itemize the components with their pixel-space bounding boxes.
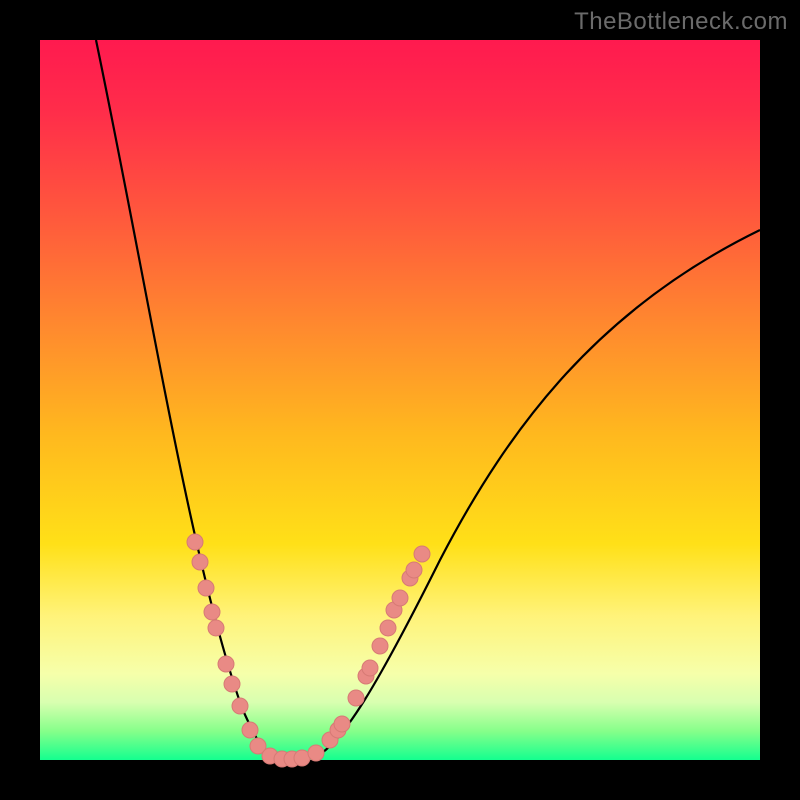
- data-marker: [204, 604, 220, 620]
- data-marker: [232, 698, 248, 714]
- data-marker: [392, 590, 408, 606]
- data-marker: [362, 660, 378, 676]
- data-marker: [406, 562, 422, 578]
- plot-area: [40, 40, 760, 760]
- data-marker: [224, 676, 240, 692]
- chart-frame: TheBottleneck.com: [0, 0, 800, 800]
- data-marker: [380, 620, 396, 636]
- data-marker: [334, 716, 350, 732]
- data-marker: [308, 745, 324, 761]
- data-marker: [414, 546, 430, 562]
- data-marker: [242, 722, 258, 738]
- data-marker: [192, 554, 208, 570]
- data-marker: [218, 656, 234, 672]
- watermark-text: TheBottleneck.com: [574, 8, 788, 36]
- data-marker: [348, 690, 364, 706]
- chart-svg: [40, 40, 760, 760]
- data-marker: [198, 580, 214, 596]
- bottleneck-curve: [96, 40, 760, 760]
- data-marker: [187, 534, 203, 550]
- data-marker: [208, 620, 224, 636]
- data-marker: [372, 638, 388, 654]
